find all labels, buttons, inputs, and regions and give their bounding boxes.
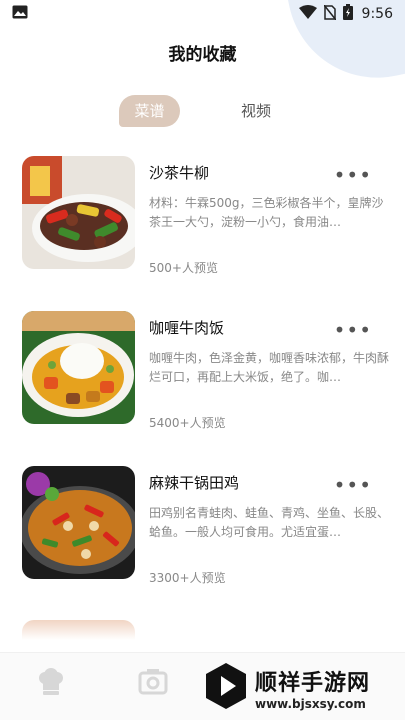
wifi-icon [298, 5, 317, 23]
status-bar: 9:56 [0, 0, 405, 28]
watermark-name: 顺祥手游网 [255, 671, 371, 696]
recipe-description: 咖喱牛肉，色泽金黄，咖喱香味浓郁，牛肉酥烂可口，再配上大米饭，绝了。咖… [149, 351, 389, 384]
no-sim-icon [322, 4, 337, 24]
chef-hat-icon [36, 668, 66, 701]
tab-videos[interactable]: 视频 [226, 95, 286, 127]
watermark-url: www.bjsxsy.com [255, 697, 366, 711]
watermark-logo: 顺祥手游网 www.bjsxsy.com [205, 662, 395, 714]
nav-recipes[interactable] [36, 667, 66, 701]
video-icon [138, 669, 168, 701]
recipe-description: 田鸡别名青蛙肉、蛙鱼、青鸡、坐鱼、长股、蛤鱼。一般人均可食用。尤适宜蛋… [149, 506, 389, 539]
recipe-views: 500+人预览 [149, 261, 218, 275]
recipe-title: 咖喱牛肉饭 [149, 319, 225, 337]
image-icon [12, 5, 28, 23]
recipe-card[interactable]: 麻辣干锅田鸡 ••• 田鸡别名青蛙肉、蛙鱼、青鸡、坐鱼、长股、蛤鱼。一般人均可食… [22, 466, 390, 585]
recipe-views: 3300+人预览 [149, 571, 226, 585]
recipe-title: 麻辣干锅田鸡 [149, 474, 240, 492]
recipe-card[interactable]: 沙茶牛柳 ••• 材料：牛霖500g，三色彩椒各半个，皇牌沙茶王一大勺，淀粉一小… [22, 156, 390, 275]
recipe-card-partial[interactable] [22, 620, 135, 640]
play-logo-icon [205, 662, 247, 714]
recipe-thumbnail-spicy-frog [22, 466, 135, 579]
more-options-icon[interactable]: ••• [334, 320, 372, 340]
page-title: 我的收藏 [168, 45, 237, 65]
status-time: 9:56 [361, 6, 393, 22]
more-options-icon[interactable]: ••• [334, 475, 372, 495]
recipe-title: 沙茶牛柳 [149, 164, 210, 182]
battery-icon [342, 4, 353, 24]
more-options-icon[interactable]: ••• [334, 165, 372, 185]
recipe-description: 材料：牛霖500g，三色彩椒各半个，皇牌沙茶王一大勺，淀粉一小勺，食用油… [149, 196, 384, 229]
nav-videos[interactable] [138, 667, 168, 701]
tab-bar: 菜谱 视频 [0, 95, 405, 127]
recipe-views: 5400+人预览 [149, 416, 226, 430]
recipe-thumbnail-curry-rice [22, 311, 135, 424]
recipe-thumbnail-beef-stirfry [22, 156, 135, 269]
tab-recipes[interactable]: 菜谱 [119, 95, 180, 127]
recipe-card[interactable]: 咖喱牛肉饭 ••• 咖喱牛肉，色泽金黄，咖喱香味浓郁，牛肉酥烂可口，再配上大米饭… [22, 311, 390, 430]
